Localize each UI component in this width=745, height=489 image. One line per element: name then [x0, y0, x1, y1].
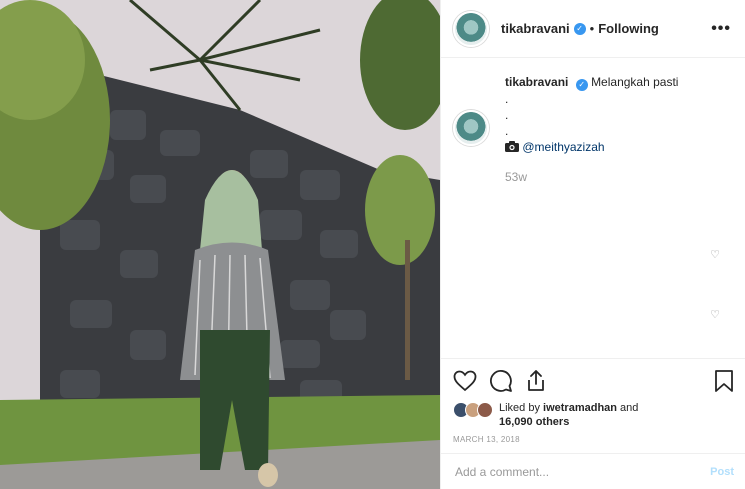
comment-input[interactable] [453, 463, 711, 480]
mention-link[interactable]: @meithyazizah [522, 140, 604, 154]
likes-text: Liked by iwetramadhan and 16,090 others [499, 401, 638, 429]
post-header: tikabravani ✓ • Following ••• [441, 0, 745, 58]
comment-icon[interactable] [489, 369, 513, 393]
caption-avatar[interactable] [453, 110, 489, 146]
likes-and: and [617, 402, 639, 414]
camera-icon [505, 141, 519, 152]
likes-prefix: Liked by [499, 402, 544, 414]
comments-area: tikabravani ✓ Melangkah pasti . . . @mei… [441, 58, 745, 358]
share-icon[interactable] [525, 369, 547, 393]
post-photo[interactable] [0, 0, 440, 489]
caption-text: Melangkah pasti [591, 75, 679, 89]
caption-verified-icon: ✓ [575, 79, 588, 91]
post-photo-illustration [0, 0, 440, 489]
likes-count[interactable]: 16,090 others [499, 416, 569, 428]
caption: tikabravani ✓ Melangkah pasti . . . @mei… [441, 58, 745, 185]
caption-dot-1: . [505, 92, 509, 106]
caption-timestamp: 53w [505, 170, 528, 184]
heart-icon[interactable] [453, 370, 477, 392]
caption-body: tikabravani ✓ Melangkah pasti . . . @mei… [505, 74, 678, 185]
caption-dot-3: . [505, 124, 509, 138]
comment-like-icon[interactable]: ♡ [710, 248, 720, 261]
liker-username[interactable]: iwetramadhan [543, 402, 617, 414]
bookmark-icon[interactable] [714, 369, 734, 393]
add-comment-bar: Post [441, 453, 745, 489]
action-icons [453, 363, 734, 399]
liker-avatars [453, 402, 493, 418]
caption-dot-2: . [505, 108, 509, 122]
liker-avatar[interactable] [477, 402, 493, 418]
comment-like-icon[interactable]: ♡ [710, 308, 720, 321]
instagram-post: tikabravani ✓ • Following ••• tikabravan… [0, 0, 745, 489]
more-options-icon[interactable]: ••• [711, 20, 731, 38]
post-side-panel: tikabravani ✓ • Following ••• tikabravan… [440, 0, 745, 489]
likes-summary: Liked by iwetramadhan and 16,090 others [453, 401, 734, 429]
post-comment-button[interactable]: Post [710, 466, 734, 478]
header-username[interactable]: tikabravani [501, 21, 570, 36]
verified-badge-icon: ✓ [573, 22, 586, 35]
caption-username[interactable]: tikabravani [505, 75, 568, 89]
avatar[interactable] [453, 10, 489, 47]
separator-dot: • [589, 21, 595, 36]
post-date: MARCH 13, 2018 [453, 435, 520, 444]
following-button[interactable]: Following [598, 21, 659, 36]
